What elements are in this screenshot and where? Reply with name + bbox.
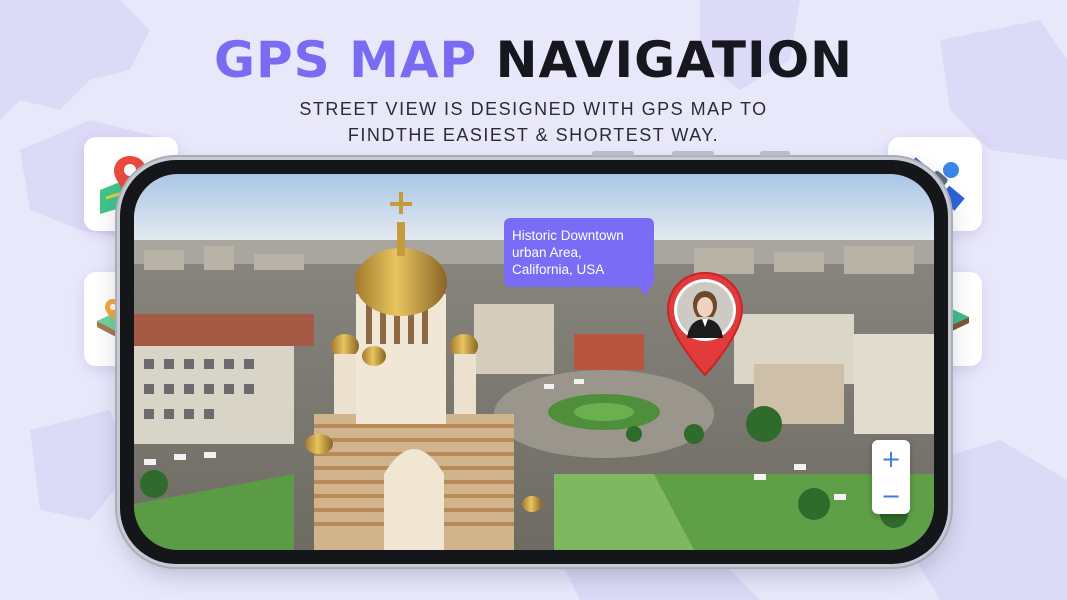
headline-accent: GPS MAP xyxy=(214,31,478,89)
location-pin-icon[interactable] xyxy=(664,269,746,381)
subtitle-line-1: STREET VIEW IS DESIGNED WITH GPS MAP TO xyxy=(299,99,768,119)
location-tooltip: Historic Downtown urban Area, California… xyxy=(504,218,654,297)
headline-rest: NAVIGATION xyxy=(495,31,853,89)
phone-volume-up xyxy=(592,151,634,156)
zoom-in-button[interactable]: + xyxy=(872,440,910,477)
zoom-out-button[interactable]: − xyxy=(872,477,910,514)
map-screen[interactable]: Historic Downtown urban Area, California… xyxy=(134,174,934,550)
headline: GPS MAP NAVIGATION xyxy=(0,28,1067,92)
zoom-controls: + − xyxy=(872,440,910,514)
phone-volume-down xyxy=(672,151,714,156)
phone-power xyxy=(760,151,790,156)
phone-frame: Historic Downtown urban Area, California… xyxy=(120,151,948,564)
